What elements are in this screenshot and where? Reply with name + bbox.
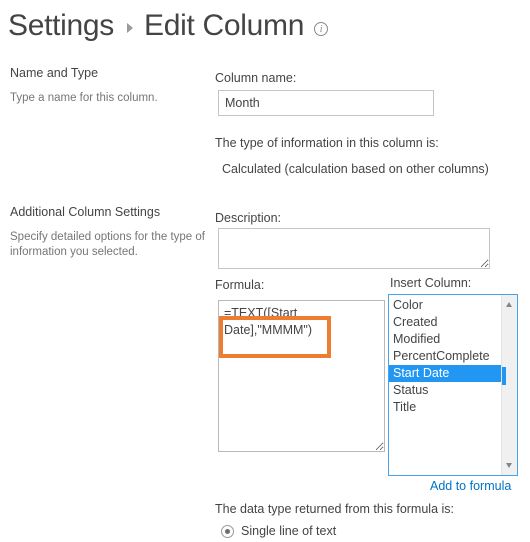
formula-field-wrapper — [218, 300, 385, 452]
breadcrumb-item-settings[interactable]: Settings — [8, 11, 114, 41]
page-title: Edit Column — [144, 9, 305, 42]
formula-input[interactable] — [218, 300, 385, 452]
insert-column-label: Insert Column: — [390, 276, 472, 290]
list-item[interactable]: Created — [389, 314, 501, 331]
type-of-information-value: Calculated (calculation based on other c… — [222, 162, 489, 176]
scroll-up-arrow-icon[interactable] — [502, 297, 517, 312]
list-item[interactable]: Color — [389, 297, 501, 314]
description-input[interactable] — [218, 228, 490, 269]
description-label: Description: — [215, 211, 281, 225]
list-item-selected[interactable]: Start Date — [389, 365, 501, 382]
section-title: Name and Type — [10, 66, 99, 80]
radio-single-line-of-text[interactable]: Single line of text — [221, 524, 336, 538]
radio-label: Single line of text — [241, 524, 337, 538]
column-name-label: Column name: — [215, 71, 297, 85]
list-item[interactable]: PercentComplete — [389, 348, 501, 365]
add-to-formula-link[interactable]: Add to formula — [430, 479, 511, 493]
breadcrumb: Settings Edit Column i — [8, 4, 329, 48]
formula-label: Formula: — [215, 278, 265, 292]
scroll-down-arrow-icon[interactable] — [502, 458, 517, 473]
list-item[interactable]: Title — [389, 399, 501, 416]
triangle-right-icon — [127, 22, 133, 33]
listbox-scrollbar[interactable] — [501, 295, 517, 475]
data-type-label: The data type returned from this formula… — [215, 502, 454, 516]
list-item[interactable]: Status — [389, 382, 501, 399]
radio-selected-icon[interactable] — [221, 524, 234, 538]
section-additional-column-settings: Additional Column Settings Specify detai… — [10, 205, 205, 260]
insert-column-listbox[interactable]: Color Created Modified PercentComplete S… — [388, 294, 518, 476]
list-item[interactable]: Modified — [389, 331, 501, 348]
section-name-and-type: Name and Type Type a name for this colum… — [10, 66, 205, 106]
info-icon[interactable]: i — [314, 22, 329, 36]
type-of-information-label: The type of information in this column i… — [215, 136, 439, 150]
section-title: Additional Column Settings — [10, 205, 161, 219]
section-description: Type a name for this column. — [10, 92, 158, 104]
scrollbar-selection-marker — [502, 367, 506, 385]
section-description: Specify detailed options for the type of… — [10, 231, 205, 258]
column-name-input[interactable] — [218, 90, 434, 116]
insert-column-option-list: Color Created Modified PercentComplete S… — [389, 295, 501, 475]
